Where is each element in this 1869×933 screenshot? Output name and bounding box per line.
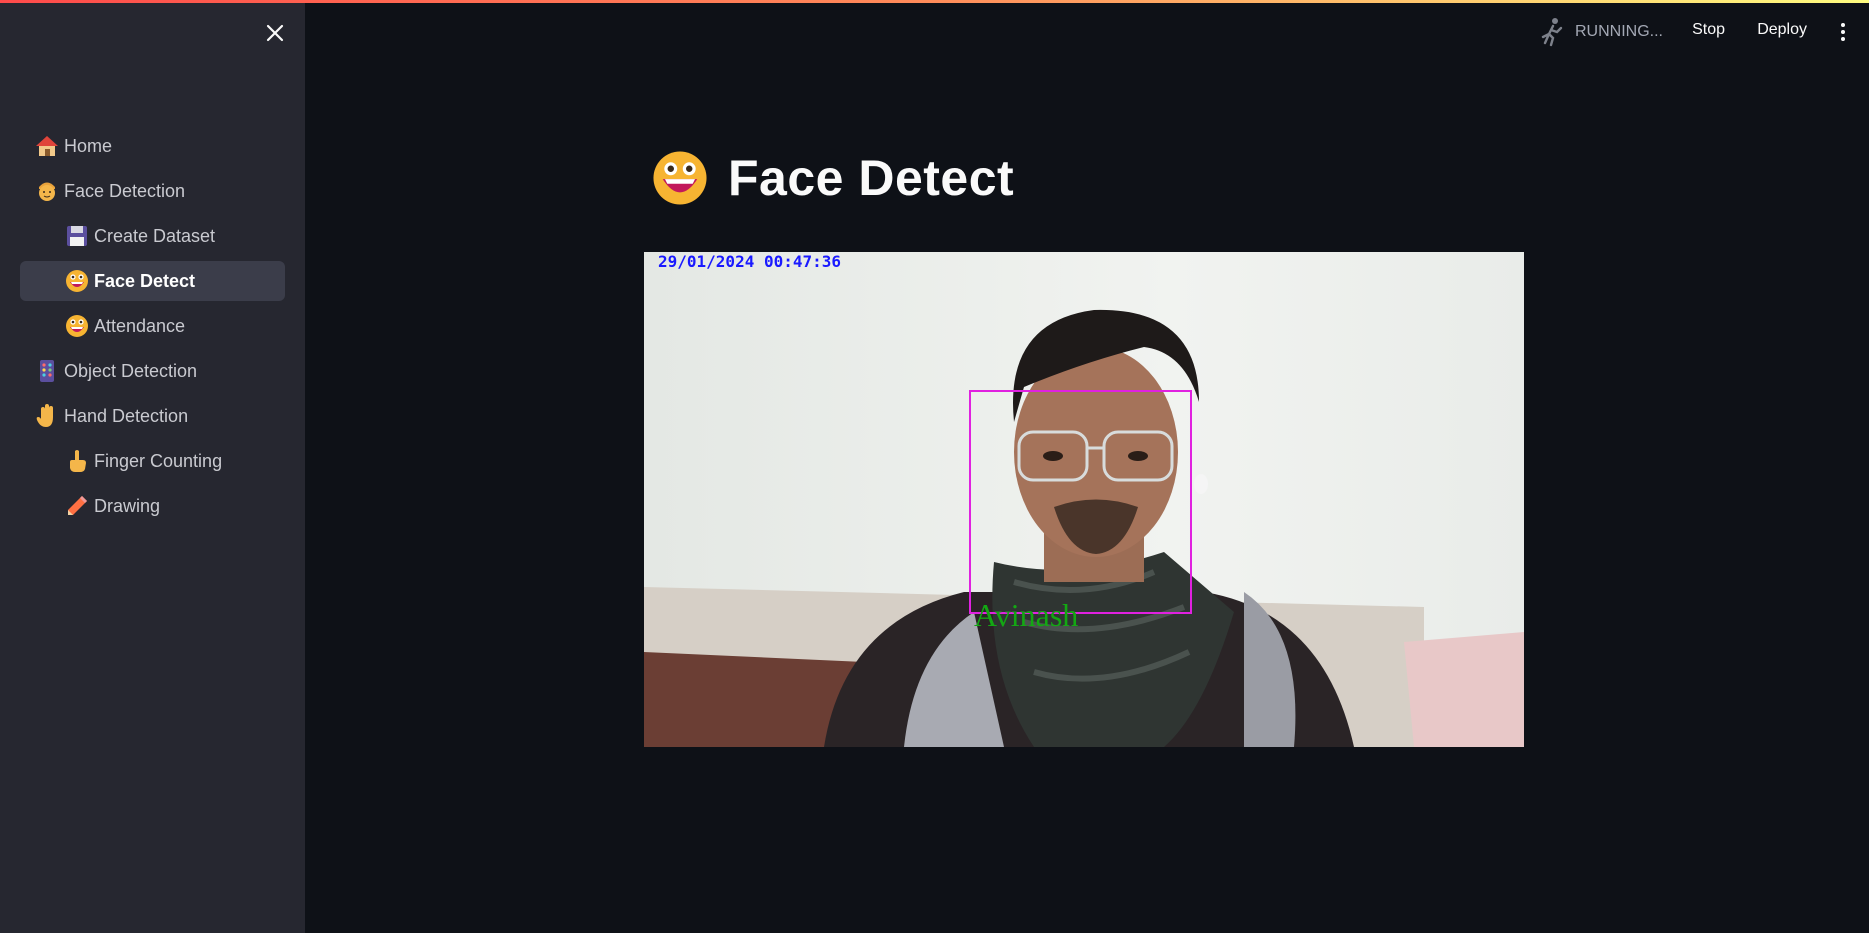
page-title: Face Detect xyxy=(728,150,1015,206)
face-bounding-box xyxy=(969,390,1192,614)
sidebar-item-label: Attendance xyxy=(94,315,186,336)
close-sidebar-button[interactable] xyxy=(262,20,288,46)
grinning-face-icon xyxy=(653,151,707,205)
sidebar-item-label: Finger Counting xyxy=(94,450,223,471)
page-title-row: Face Detect xyxy=(650,148,1014,208)
grinning-face-icon xyxy=(64,313,90,339)
floppy-disk-icon xyxy=(64,223,90,249)
abacus-icon xyxy=(34,358,60,384)
sidebar-item-face-detect[interactable]: Face Detect xyxy=(20,261,285,301)
sidebar-item-object-detection[interactable]: Object Detection xyxy=(20,351,285,391)
sidebar-item-drawing[interactable]: Drawing xyxy=(20,486,285,526)
app-header: RUNNING... Stop Deploy xyxy=(305,3,1869,59)
raised-hand-icon xyxy=(34,403,60,429)
sidebar-item-label: Hand Detection xyxy=(64,405,189,426)
sidebar-item-finger-counting[interactable]: Finger Counting xyxy=(20,441,285,481)
sidebar-item-label: Drawing xyxy=(94,495,161,516)
status-text: RUNNING... xyxy=(1575,23,1663,40)
sidebar-item-label: Object Detection xyxy=(64,360,198,381)
sidebar-item-label: Home xyxy=(64,135,113,156)
face-icon xyxy=(34,178,60,204)
feed-timestamp: 29/01/2024 00:47:36 xyxy=(658,252,842,271)
sidebar: Home Face Detection Create Dataset Face … xyxy=(0,0,305,933)
sidebar-item-label: Face Detect xyxy=(94,270,196,291)
sidebar-item-hand-detection[interactable]: Hand Detection xyxy=(20,396,285,436)
detected-face-name: Avinash xyxy=(974,597,1079,633)
kebab-menu-icon xyxy=(1841,23,1845,27)
top-decoration-bar xyxy=(0,0,1869,3)
running-status: RUNNING... xyxy=(1539,17,1663,47)
sidebar-item-home[interactable]: Home xyxy=(20,126,285,166)
main-menu-button[interactable] xyxy=(1839,23,1847,43)
pencil-icon xyxy=(64,493,90,519)
house-icon xyxy=(34,133,60,159)
running-man-icon xyxy=(1541,18,1563,47)
deploy-button[interactable]: Deploy xyxy=(1757,21,1807,39)
sidebar-item-face-detection[interactable]: Face Detection xyxy=(20,171,285,211)
close-icon xyxy=(266,24,284,42)
sidebar-item-label: Create Dataset xyxy=(94,225,216,246)
grinning-face-icon xyxy=(64,268,90,294)
pointing-finger-icon xyxy=(64,448,90,474)
sidebar-item-attendance[interactable]: Attendance xyxy=(20,306,285,346)
sidebar-item-label: Face Detection xyxy=(64,180,186,201)
webcam-feed: 29/01/2024 00:47:36 Avinash xyxy=(644,252,1524,747)
sidebar-nav: Home Face Detection Create Dataset Face … xyxy=(20,126,285,531)
sidebar-item-create-dataset[interactable]: Create Dataset xyxy=(20,216,285,256)
stop-button[interactable]: Stop xyxy=(1692,21,1725,39)
